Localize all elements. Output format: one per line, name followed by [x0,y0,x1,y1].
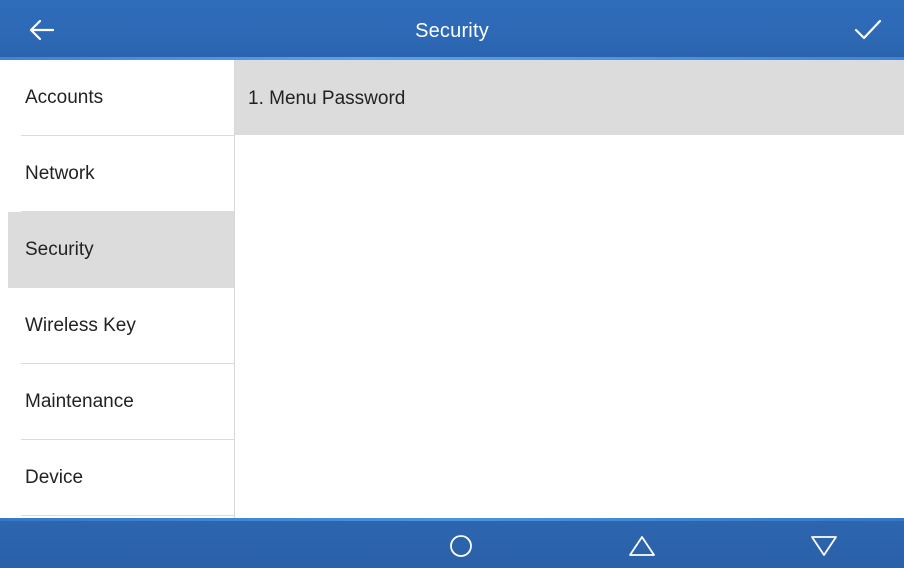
sidebar-menu: Accounts Network Security Wireless Key M… [0,60,235,518]
circle-icon [450,535,472,557]
home-button[interactable] [439,524,483,568]
triangle-down-icon [811,536,837,556]
bottom-accent-line [0,518,904,521]
phone-screen: Security Accounts Network Security Wirel… [0,0,904,568]
sidebar-item-network[interactable]: Network [0,136,234,212]
sidebar-item-label: Device [25,467,84,488]
confirm-button[interactable] [846,8,890,52]
divider [21,515,234,516]
settings-content: 1. Menu Password [235,60,904,518]
option-label: 1. Menu Password [248,88,406,109]
triangle-up-icon [629,536,655,556]
scroll-down-button[interactable] [802,524,846,568]
sidebar-item-maintenance[interactable]: Maintenance [0,364,234,440]
header-bar: Security [0,0,904,60]
sidebar-item-label: Maintenance [25,391,134,412]
scroll-up-button[interactable] [620,524,664,568]
checkmark-icon [854,19,882,40]
sidebar-item-label: Network [25,163,95,184]
bottom-nav-bar [0,518,904,568]
sidebar-item-device[interactable]: Device [0,440,234,516]
sidebar-item-label: Accounts [25,87,104,108]
sidebar-item-wireless-key[interactable]: Wireless Key [0,288,234,364]
page-title: Security [415,20,489,42]
sidebar-item-label: Security [25,239,94,260]
sidebar-item-label: Wireless Key [25,315,136,336]
sidebar-item-security[interactable]: Security [8,212,234,288]
sidebar-item-accounts[interactable]: Accounts [0,60,234,136]
option-menu-password[interactable]: 1. Menu Password [235,60,904,135]
